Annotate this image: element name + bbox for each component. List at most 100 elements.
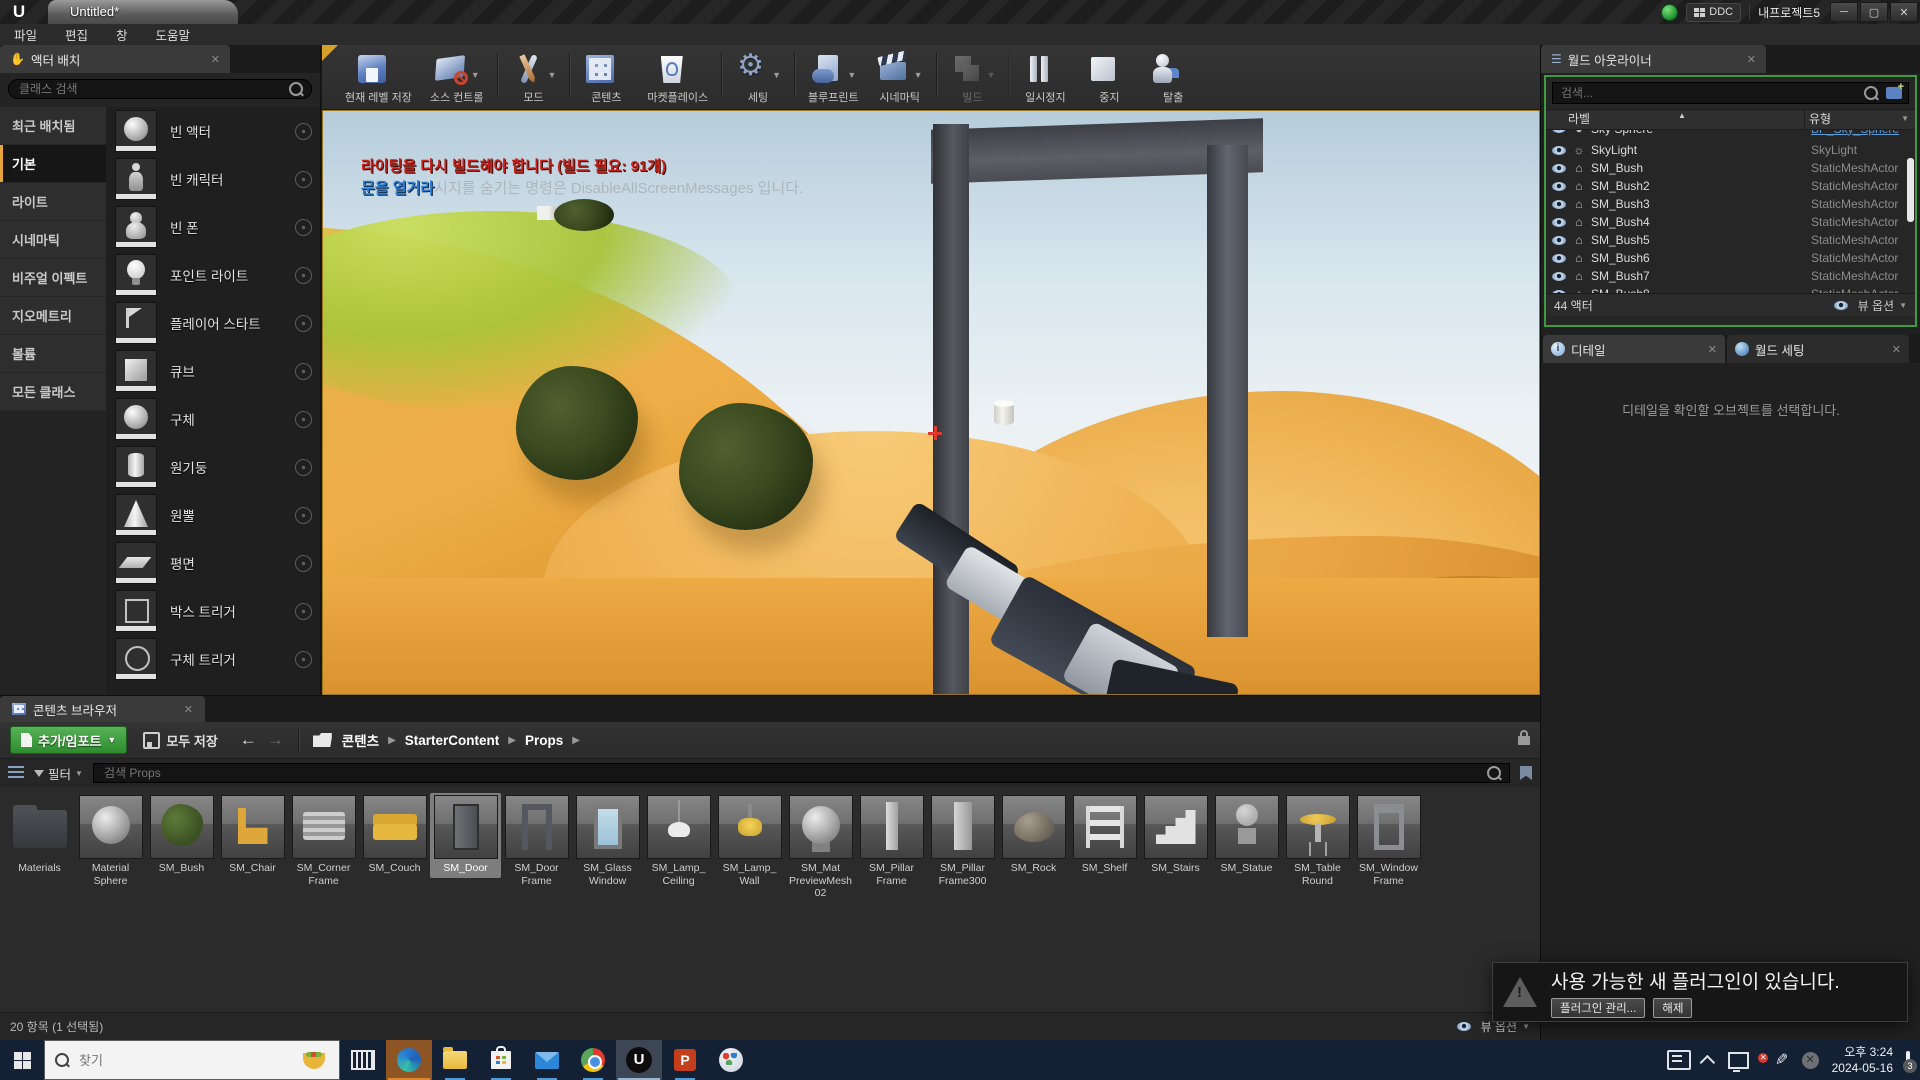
asset-tile[interactable]: SM_Lamp_ Ceiling [643,793,714,890]
scrollbar[interactable] [1907,158,1914,222]
menu-item[interactable]: 도움말 [142,25,205,44]
save-all-button[interactable]: 모두 저장 [143,731,217,750]
taskbar-powerpoint[interactable]: P [662,1040,708,1080]
asset-tile[interactable]: SM_Window Frame [1353,793,1424,890]
visibility-eye-icon[interactable] [1552,254,1566,263]
drag-handle-icon[interactable] [295,411,312,428]
taskbar-search[interactable] [44,1040,340,1080]
toolbar-button[interactable]: ▼ 마켓플레이스 [638,45,717,105]
details-tab[interactable]: i 디테일 ✕ [1543,335,1725,363]
category-item[interactable]: 비주얼 이펙트 [0,259,106,297]
asset-tile[interactable]: SM_Lamp_ Wall [714,793,785,890]
asset-tile[interactable]: SM_Rock [998,793,1069,878]
asset-tile[interactable]: Material Sphere [75,793,146,890]
category-item[interactable]: 최근 배치됨 [0,107,106,145]
place-actor-item[interactable]: 빈 폰 [106,203,320,251]
toolbar-button[interactable]: ▼ 모드 [502,45,566,105]
toolbar-button[interactable]: ▼ 소스 컨트롤 [421,45,493,105]
visibility-eye-icon[interactable] [1552,200,1566,209]
action-center[interactable]: 3 [1906,1053,1910,1067]
visibility-eye-icon[interactable] [1552,272,1566,281]
outliner-row[interactable]: ⌂ SM_Bush7 StaticMeshActor [1546,267,1915,285]
visibility-eye-icon[interactable] [1552,130,1566,133]
taskbar-unreal[interactable]: U [616,1040,662,1080]
menu-item[interactable]: 편집 [51,25,102,44]
dismiss-button[interactable]: 해제 [1653,998,1692,1018]
visibility-eye-icon[interactable] [1552,146,1566,155]
category-item[interactable]: 라이트 [0,183,106,221]
place-actor-item[interactable]: 박스 트리거 [106,587,320,635]
close-icon[interactable]: ✕ [1708,343,1717,356]
taskbar-store[interactable] [478,1040,524,1080]
place-actor-item[interactable]: 원기둥 [106,443,320,491]
drag-handle-icon[interactable] [295,459,312,476]
drag-handle-icon[interactable] [295,123,312,140]
x-circle-icon[interactable]: ✕ [1802,1052,1819,1069]
asset-search-input[interactable] [102,765,1487,781]
category-item[interactable]: 시네마틱 [0,221,106,259]
toolbar-button[interactable]: ▼ 세팅 [726,45,790,105]
visibility-eye-icon[interactable] [1552,182,1566,191]
sources-panel-icon[interactable] [8,766,24,780]
close-icon[interactable]: ✕ [1747,53,1756,66]
minimize-button[interactable]: ─ [1830,2,1858,22]
outliner-row[interactable]: ● Sky Sphere BP_Sky_Sphere [1546,130,1915,141]
close-icon[interactable]: ✕ [184,703,193,716]
place-actor-item[interactable]: 빈 캐릭터 [106,155,320,203]
outliner-row[interactable]: ⌂ SM_Bush3 StaticMeshActor [1546,195,1915,213]
breadcrumb-item[interactable]: Props [525,733,563,748]
outliner-search-input[interactable] [1559,85,1864,101]
viewport[interactable]: 라이팅을 다시 빌드해야 합니다 (빌드 필요: 91개) 문을 열거라시지를 … [322,110,1540,695]
toolbar-button[interactable]: ▼ 블루프린트 [799,45,868,105]
taskbar-clock[interactable]: 오후 3:24 2024-05-16 [1832,1044,1893,1076]
close-icon[interactable]: ✕ [1892,343,1901,356]
asset-tile[interactable]: SM_Bush [146,793,217,878]
outliner-row[interactable]: ⌂ SM_Bush8 StaticMeshActor [1546,285,1915,293]
category-item[interactable]: 모든 클래스 [0,373,106,411]
start-button[interactable] [0,1040,44,1080]
place-actor-item[interactable]: 큐브 [106,347,320,395]
toolbar-button[interactable]: ▼ 빌드 [941,45,1005,105]
toolbar-button[interactable]: ▼ 중지 [1077,45,1141,105]
drag-handle-icon[interactable] [295,555,312,572]
outliner-row[interactable]: ⌂ SM_Bush5 StaticMeshActor [1546,231,1915,249]
new-folder-icon[interactable] [1886,87,1902,99]
place-actor-item[interactable]: 플레이어 스타트 [106,299,320,347]
taskbar-edge[interactable] [386,1040,432,1080]
lock-icon[interactable] [1518,736,1530,745]
task-view-button[interactable] [340,1040,386,1080]
asset-tile[interactable]: SM_Corner Frame [288,793,359,890]
asset-tile[interactable]: SM_Statue [1211,793,1282,878]
drag-handle-icon[interactable] [295,363,312,380]
toolbar-button[interactable]: ▼ 현재 레벨 저장 [336,45,421,105]
outliner-row[interactable]: ⌂ SM_Bush6 StaticMeshActor [1546,249,1915,267]
visibility-eye-icon[interactable] [1552,218,1566,227]
ddc-button[interactable]: DDC [1686,3,1741,22]
taskbar-search-input[interactable] [77,1052,291,1069]
visibility-eye-icon[interactable] [1552,164,1566,173]
drag-handle-icon[interactable] [295,267,312,284]
close-icon[interactable]: ✕ [211,53,220,66]
breadcrumb-item[interactable]: 콘텐츠 [342,730,379,750]
asset-tile[interactable]: SM_Shelf [1069,793,1140,878]
menu-item[interactable]: 파일 [0,25,51,44]
place-actor-item[interactable]: 구체 트리거 [106,635,320,683]
taskbar-paint[interactable] [708,1040,754,1080]
place-actor-item[interactable]: 원뿔 [106,491,320,539]
toolbar-button[interactable]: ▼ 시네마틱 [868,45,932,105]
close-button[interactable]: ✕ [1890,2,1918,22]
outliner-row[interactable]: ⌂ SM_Bush2 StaticMeshActor [1546,177,1915,195]
column-header-label[interactable]: 라벨▲ [1546,110,1804,129]
taskbar-chrome[interactable] [570,1040,616,1080]
column-header-type[interactable]: 유형▼ [1804,110,1915,129]
drag-handle-icon[interactable] [295,651,312,668]
category-item[interactable]: 볼륨 [0,335,106,373]
asset-tile[interactable]: SM_Table Round [1282,793,1353,890]
drag-handle-icon[interactable] [295,603,312,620]
outliner-row[interactable]: ☼ SkyLight SkyLight [1546,141,1915,159]
asset-tile[interactable]: SM_Door [430,793,501,878]
manage-plugins-button[interactable]: 플러그인 관리... [1551,998,1645,1018]
category-item[interactable]: 기본 [0,145,106,183]
toolbar-button[interactable]: ▼ 콘텐츠 [574,45,638,105]
world-settings-tab[interactable]: 월드 세팅 ✕ [1727,335,1909,363]
